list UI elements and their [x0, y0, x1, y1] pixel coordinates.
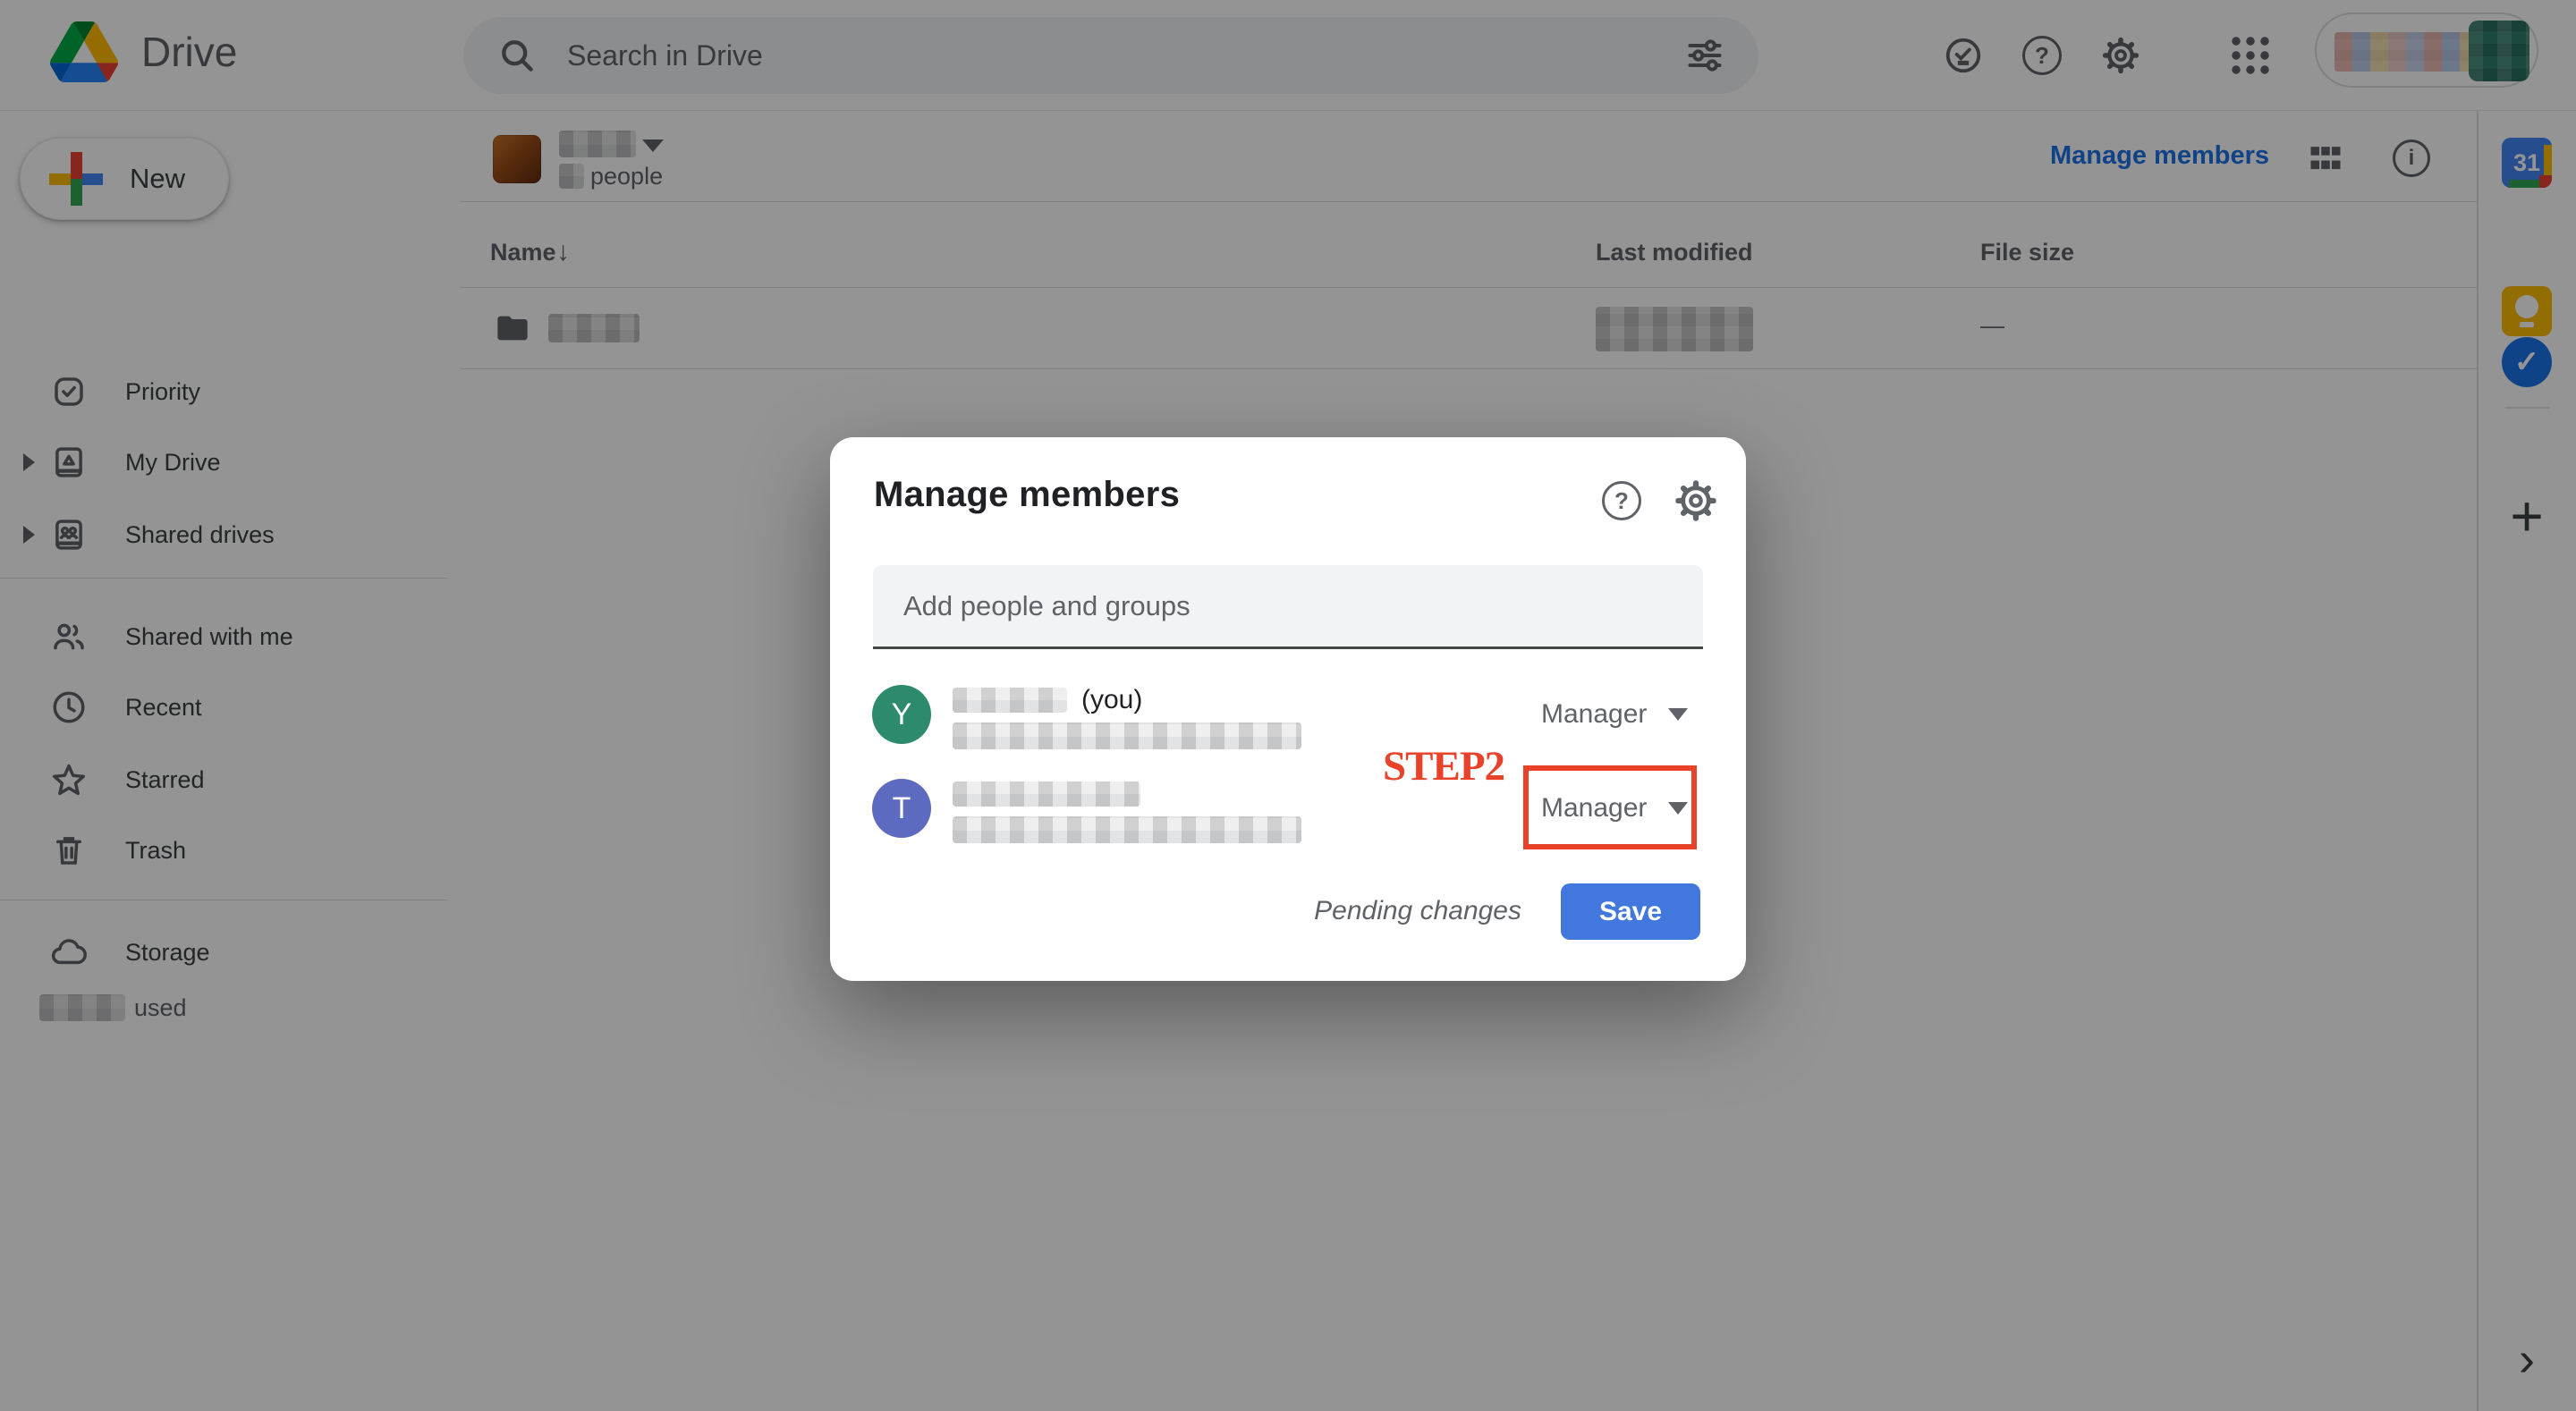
role-label: Manager [1541, 699, 1647, 730]
dropdown-caret-icon [1668, 708, 1688, 721]
member-name-redacted [953, 688, 1067, 713]
step2-highlight-box [1523, 765, 1697, 849]
dialog-help-icon[interactable]: ? [1602, 481, 1641, 520]
role-dropdown-member-1[interactable]: Manager [1541, 698, 1688, 731]
you-suffix: (you) [1081, 685, 1142, 715]
google-drive-app: Drive ? [0, 0, 2576, 1411]
member-name-line: (you) [953, 686, 1142, 714]
pending-changes-label: Pending changes [1314, 896, 1521, 926]
step2-annotation: STEP2 [1383, 742, 1504, 790]
member-name-line [953, 780, 1140, 808]
dialog-title: Manage members [874, 475, 1180, 515]
dialog-settings-gear-icon[interactable] [1673, 477, 1719, 524]
member-name-redacted [953, 782, 1140, 807]
member-email-redacted [953, 816, 1301, 843]
member-email-redacted [953, 722, 1301, 749]
member-avatar: T [872, 779, 931, 838]
manage-members-dialog: Manage members ? Y (you) Manager [830, 437, 1746, 981]
member-avatar: Y [872, 685, 931, 744]
add-people-input[interactable] [873, 565, 1703, 649]
save-button[interactable]: Save [1561, 883, 1700, 940]
